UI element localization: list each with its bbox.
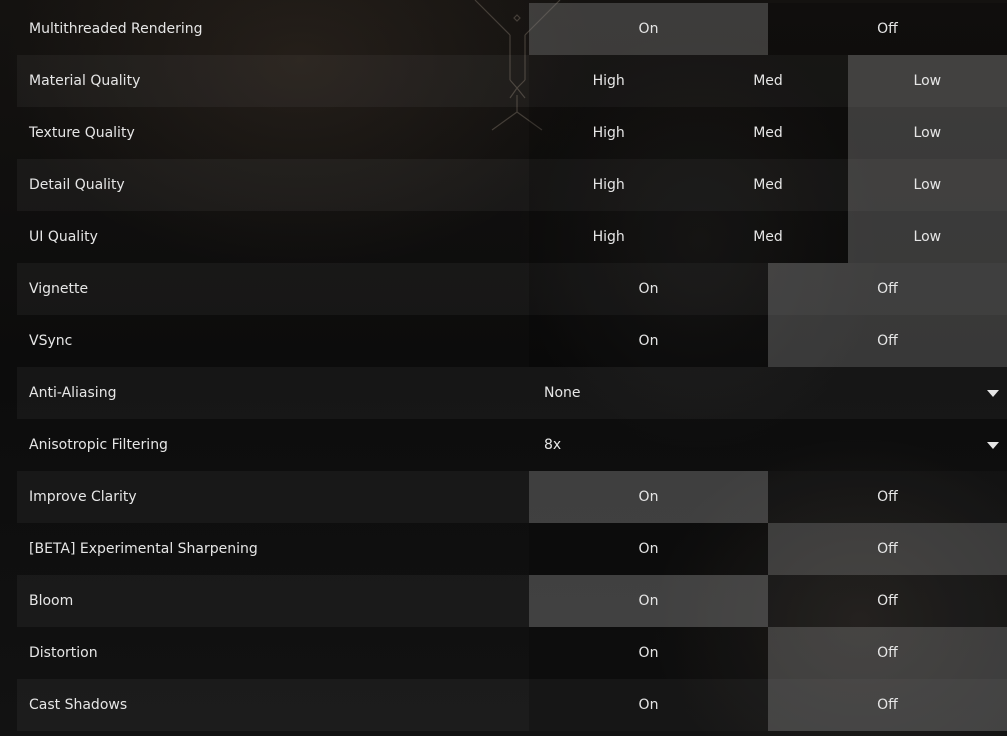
option-group: High Med Low bbox=[529, 55, 1007, 107]
option-high-button[interactable]: High bbox=[529, 107, 689, 159]
setting-label: Detail Quality bbox=[29, 177, 125, 193]
option-group: On Off bbox=[529, 627, 1007, 679]
setting-label: UI Quality bbox=[29, 229, 98, 245]
setting-label: Material Quality bbox=[29, 73, 141, 89]
option-high-button[interactable]: High bbox=[529, 159, 689, 211]
anisotropic-filtering-dropdown[interactable]: 8x bbox=[529, 419, 1007, 471]
option-high-button[interactable]: High bbox=[529, 211, 689, 263]
option-off-button[interactable]: Off bbox=[768, 679, 1007, 731]
setting-row-improve-clarity: Improve Clarity On Off bbox=[17, 471, 1007, 523]
triangle-down-icon bbox=[987, 442, 999, 449]
option-high-button[interactable]: High bbox=[529, 55, 689, 107]
triangle-down-icon bbox=[987, 390, 999, 397]
option-group: High Med Low bbox=[529, 107, 1007, 159]
setting-row-beta-experimental-sharpening: [BETA] Experimental Sharpening On Off bbox=[17, 523, 1007, 575]
option-low-button[interactable]: Low bbox=[847, 55, 1007, 107]
setting-row-multithreaded-rendering: Multithreaded Rendering On Off bbox=[17, 3, 1007, 55]
option-on-button[interactable]: On bbox=[529, 627, 768, 679]
setting-label: Bloom bbox=[29, 593, 74, 609]
anti-aliasing-dropdown[interactable]: None bbox=[529, 367, 1007, 419]
option-group: On Off bbox=[529, 523, 1007, 575]
setting-row-material-quality: Material Quality High Med Low bbox=[17, 55, 1007, 107]
setting-row-detail-quality: Detail Quality High Med Low bbox=[17, 159, 1007, 211]
option-off-button[interactable]: Off bbox=[768, 627, 1007, 679]
option-low-button[interactable]: Low bbox=[847, 107, 1007, 159]
option-on-button[interactable]: On bbox=[529, 471, 768, 523]
option-low-button[interactable]: Low bbox=[847, 211, 1007, 263]
option-on-button[interactable]: On bbox=[529, 575, 768, 627]
option-med-button[interactable]: Med bbox=[688, 55, 848, 107]
setting-label: Multithreaded Rendering bbox=[29, 21, 203, 37]
setting-row-vignette: Vignette On Off bbox=[17, 263, 1007, 315]
option-med-button[interactable]: Med bbox=[688, 211, 848, 263]
setting-label: Anisotropic Filtering bbox=[29, 437, 168, 453]
option-off-button[interactable]: Off bbox=[768, 3, 1007, 55]
setting-row-anti-aliasing: Anti-Aliasing None bbox=[17, 367, 1007, 419]
option-group: On Off bbox=[529, 315, 1007, 367]
option-group: On Off bbox=[529, 471, 1007, 523]
setting-row-vsync: VSync On Off bbox=[17, 315, 1007, 367]
option-off-button[interactable]: Off bbox=[768, 575, 1007, 627]
setting-label: Distortion bbox=[29, 645, 98, 661]
option-group: On Off bbox=[529, 679, 1007, 731]
option-on-button[interactable]: On bbox=[529, 263, 768, 315]
option-off-button[interactable]: Off bbox=[768, 315, 1007, 367]
setting-row-bloom: Bloom On Off bbox=[17, 575, 1007, 627]
setting-row-texture-quality: Texture Quality High Med Low bbox=[17, 107, 1007, 159]
setting-label: Cast Shadows bbox=[29, 697, 128, 713]
option-low-button[interactable]: Low bbox=[847, 159, 1007, 211]
option-group: High Med Low bbox=[529, 211, 1007, 263]
setting-label: VSync bbox=[29, 333, 73, 349]
setting-label: Texture Quality bbox=[29, 125, 135, 141]
setting-row-ui-quality: UI Quality High Med Low bbox=[17, 211, 1007, 263]
option-on-button[interactable]: On bbox=[529, 523, 768, 575]
setting-label: [BETA] Experimental Sharpening bbox=[29, 541, 258, 557]
option-group: High Med Low bbox=[529, 159, 1007, 211]
dropdown-value: None bbox=[544, 385, 581, 401]
option-med-button[interactable]: Med bbox=[688, 159, 848, 211]
option-off-button[interactable]: Off bbox=[768, 471, 1007, 523]
dropdown-value: 8x bbox=[544, 437, 562, 453]
setting-row-cast-shadows: Cast Shadows On Off bbox=[17, 679, 1007, 731]
option-off-button[interactable]: Off bbox=[768, 263, 1007, 315]
setting-label: Vignette bbox=[29, 281, 89, 297]
option-med-button[interactable]: Med bbox=[688, 107, 848, 159]
option-group: On Off bbox=[529, 263, 1007, 315]
option-off-button[interactable]: Off bbox=[768, 523, 1007, 575]
option-group: On Off bbox=[529, 575, 1007, 627]
setting-row-distortion: Distortion On Off bbox=[17, 627, 1007, 679]
setting-label: Improve Clarity bbox=[29, 489, 137, 505]
setting-label: Anti-Aliasing bbox=[29, 385, 117, 401]
option-on-button[interactable]: On bbox=[529, 315, 768, 367]
option-group: On Off bbox=[529, 3, 1007, 55]
option-on-button[interactable]: On bbox=[529, 679, 768, 731]
setting-row-anisotropic-filtering: Anisotropic Filtering 8x bbox=[17, 419, 1007, 471]
option-on-button[interactable]: On bbox=[529, 3, 768, 55]
settings-list: Multithreaded Rendering On Off Material Qua… bbox=[17, 3, 1007, 731]
